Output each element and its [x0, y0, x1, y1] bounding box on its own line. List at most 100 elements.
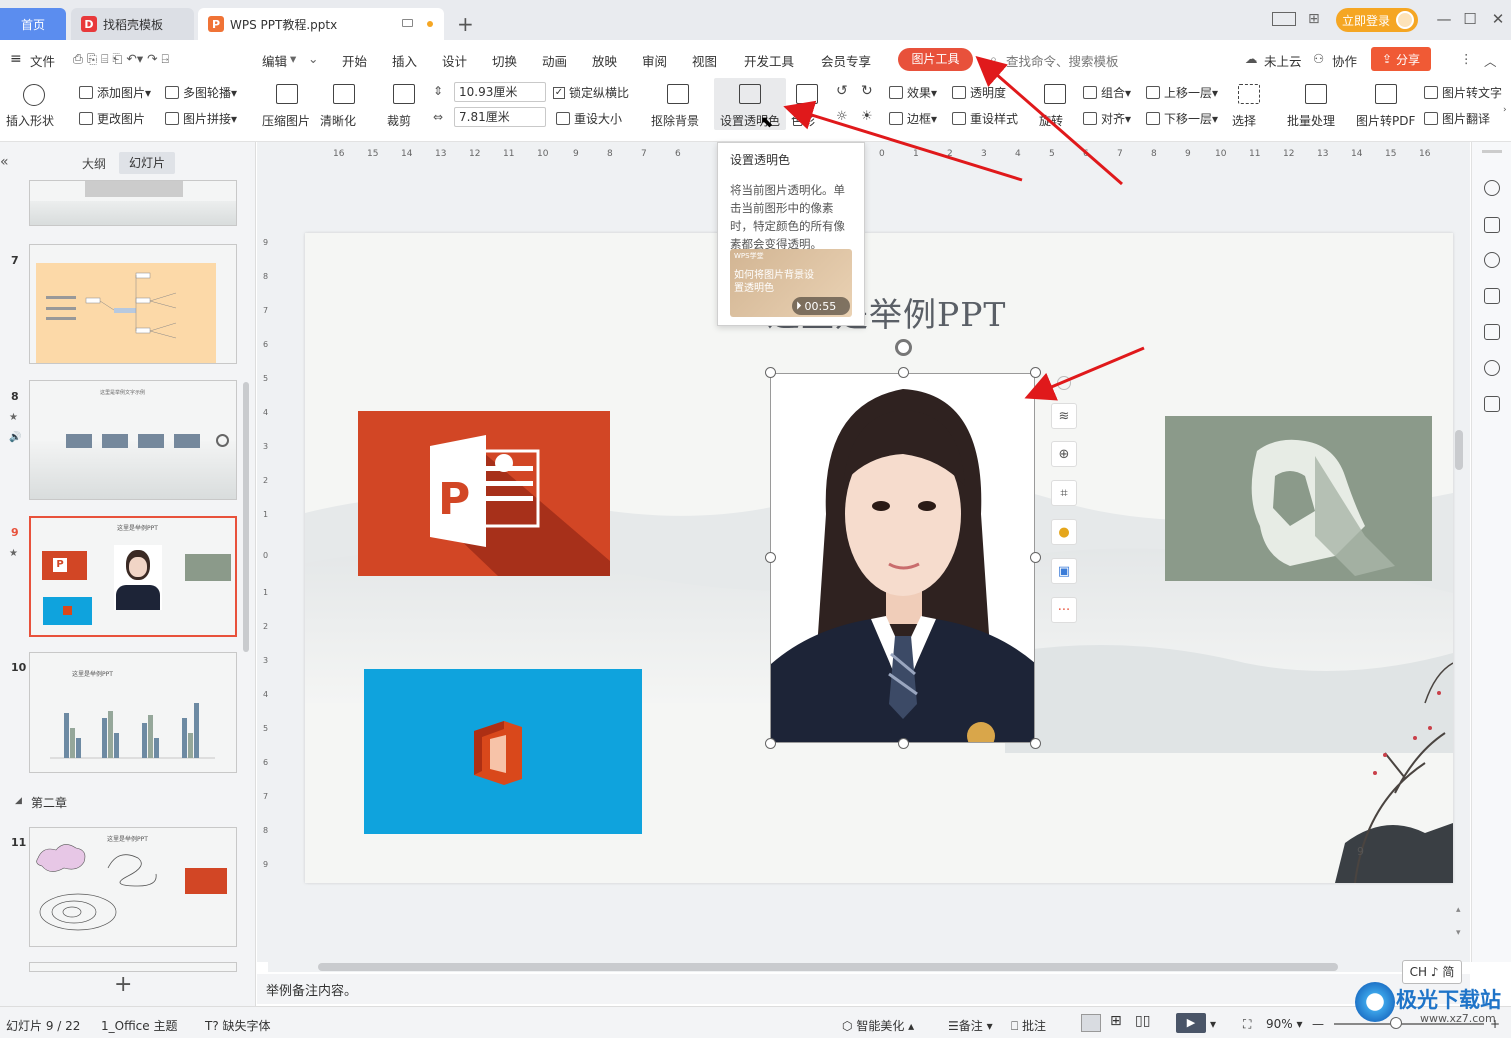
play-slideshow-icon[interactable]: ▶ [1176, 1013, 1206, 1033]
notes-text[interactable]: 举例备注内容。 [266, 984, 357, 999]
insert-shape-button[interactable]: 插入形状 [6, 112, 54, 129]
zoom-in-icon[interactable]: ⊕ [1051, 441, 1077, 467]
tab-home[interactable]: 首页 [0, 8, 66, 40]
rotate-left-icon[interactable]: ↺ [836, 83, 848, 99]
star-outline-icon[interactable] [1484, 252, 1500, 268]
tab-picture-tools[interactable]: 图片工具 [898, 48, 973, 71]
sharpen-button[interactable]: 清晰化 [320, 112, 356, 129]
menu-view[interactable]: 视图 [692, 51, 717, 70]
send-backward-button[interactable]: 下移一层 ▾ [1146, 110, 1218, 127]
compass-icon[interactable] [1484, 360, 1500, 376]
share-button[interactable]: ⇪ 分享 [1371, 47, 1431, 71]
tab-slides[interactable]: 幻灯片 [119, 152, 175, 174]
add-slide-icon[interactable]: + [114, 972, 132, 997]
apps-grid-icon[interactable]: ⊞ [1308, 11, 1320, 27]
tab-outline[interactable]: 大纲 [82, 155, 106, 172]
rotate-icon[interactable] [1044, 84, 1066, 104]
horizontal-scrollbar[interactable] [268, 962, 1453, 972]
slide-thumbnail-6[interactable] [29, 180, 237, 226]
group-button[interactable]: 组合 ▾ [1083, 84, 1131, 101]
notes-button[interactable]: ☰备注 ▾ [948, 1017, 993, 1034]
expand-right-icon[interactable]: › [1503, 105, 1507, 115]
zoom-out-icon[interactable]: — [1312, 1017, 1324, 1031]
batch-icon[interactable] [1305, 84, 1327, 104]
page-down-icon[interactable]: ▾ [1456, 928, 1461, 938]
add-picture-button[interactable]: 添加图片 ▾ [79, 84, 151, 101]
select-button[interactable]: 选择 [1232, 112, 1256, 129]
menu-member[interactable]: 会员专享 [821, 51, 871, 70]
transparency-button[interactable]: 透明度 [952, 84, 1006, 101]
crop-float-icon[interactable]: ⌗ [1051, 480, 1077, 506]
rocket-icon[interactable] [1484, 180, 1500, 196]
menu-edit[interactable]: 编辑 [262, 51, 287, 70]
theme-name[interactable]: 1_Office 主题 [101, 1017, 177, 1034]
compress-icon[interactable] [276, 84, 298, 104]
menu-start[interactable]: 开始 [342, 51, 367, 70]
picture-to-doc-icon[interactable]: ▣ [1051, 558, 1077, 584]
reading-view-icon[interactable]: ▯▯ [1135, 1013, 1150, 1029]
play-options-chevron-icon[interactable]: ▾ [1210, 1017, 1216, 1031]
zoom-dropdown[interactable]: 90% ▾ [1266, 1017, 1303, 1031]
minimize-icon[interactable]: — [1434, 10, 1454, 28]
close-icon[interactable]: ✕ [1488, 10, 1508, 28]
collage-button[interactable]: 图片拼接 ▾ [165, 110, 237, 127]
reset-size-button[interactable]: 重设大小 [556, 110, 622, 127]
tooltip-video-card[interactable]: WPS学堂 如何将图片背景设置透明色 ⏵ 00:55 [730, 249, 852, 317]
change-picture-button[interactable]: 更改图片 [79, 110, 145, 127]
slide-thumbnail-12[interactable] [29, 962, 237, 972]
maximize-icon[interactable]: ☐ [1460, 10, 1480, 28]
slide-canvas[interactable]: 9 这里是举例PPT P [305, 233, 1453, 883]
missing-font-button[interactable]: T? 缺失字体 [205, 1017, 271, 1034]
to-pdf-icon[interactable] [1375, 84, 1397, 104]
layers-icon[interactable]: ≋ [1051, 403, 1077, 429]
slide-thumbnail-9[interactable]: 这里是举例PPT P [29, 516, 237, 637]
menu-review[interactable]: 审阅 [642, 51, 667, 70]
collapse-ribbon-icon[interactable]: ︿ [1484, 51, 1497, 70]
carousel-button[interactable]: 多图轮播 ▾ [165, 84, 237, 101]
section-collapse-icon[interactable]: ◢ [15, 796, 22, 806]
menu-animation[interactable]: 动画 [542, 51, 567, 70]
insert-shape-icon[interactable] [23, 84, 45, 106]
more-icon[interactable]: ⋮ [1460, 51, 1473, 66]
expand-chevron-icon[interactable]: ⌄ [308, 51, 318, 66]
panel-scrollbar[interactable] [243, 382, 249, 652]
book-search-icon[interactable] [1484, 396, 1500, 412]
to-pdf-button[interactable]: 图片转PDF [1356, 112, 1415, 129]
compress-button[interactable]: 压缩图片 [262, 112, 310, 129]
brightness-up-icon[interactable]: ☀ [861, 109, 873, 124]
transition-icon[interactable] [1484, 288, 1500, 304]
collab-button[interactable]: 协作 [1332, 51, 1357, 70]
section-label[interactable]: 第二章 [31, 794, 67, 811]
translate-button[interactable]: 图片翻译 [1424, 110, 1490, 127]
fit-window-icon[interactable]: ⛶ [1243, 1017, 1251, 1032]
bring-forward-button[interactable]: 上移一层 ▾ [1146, 84, 1218, 101]
new-tab-icon[interactable]: + [457, 12, 474, 36]
resize-handle-tl[interactable] [765, 367, 776, 378]
menu-design[interactable]: 设计 [442, 51, 467, 70]
vertical-scroll-thumb[interactable] [1455, 430, 1463, 470]
lightbulb-icon[interactable]: ● [1051, 519, 1077, 545]
set-transparent-icon[interactable] [739, 84, 761, 104]
window-layout-icon[interactable] [1272, 12, 1296, 26]
crop-button[interactable]: 裁剪 [387, 112, 411, 129]
transparent-gray-image[interactable] [1165, 416, 1432, 581]
resize-handle-br[interactable] [1030, 738, 1041, 749]
menu-slideshow[interactable]: 放映 [592, 51, 617, 70]
hamburger-icon[interactable]: ≡ [10, 51, 22, 67]
width-input[interactable]: 7.81厘米 [454, 107, 546, 127]
brightness-down-icon[interactable]: ☼ [836, 109, 848, 124]
chevron-down-icon[interactable]: ▾ [290, 51, 296, 66]
rotate-button[interactable]: 旋转 [1039, 112, 1063, 129]
screen-icon[interactable] [402, 19, 413, 27]
resize-handle-b[interactable] [898, 738, 909, 749]
settings-sliders-icon[interactable] [1484, 217, 1500, 233]
rotate-right-icon[interactable]: ↻ [861, 83, 873, 99]
ime-indicator[interactable]: CH ♪ 简 [1402, 960, 1462, 984]
select-icon[interactable] [1238, 84, 1260, 104]
resize-handle-l[interactable] [765, 552, 776, 563]
quick-access-icons[interactable]: ⎙ ⎘ ⌸ ⎗ ↶▾ ↷ ⍈ [73, 51, 169, 67]
grid-view-icon[interactable]: ⊞ [1110, 1013, 1122, 1029]
cloud-status[interactable]: 未上云 [1264, 51, 1302, 70]
normal-view-icon[interactable] [1081, 1014, 1101, 1032]
to-text-button[interactable]: 图片转文字 [1424, 84, 1502, 101]
